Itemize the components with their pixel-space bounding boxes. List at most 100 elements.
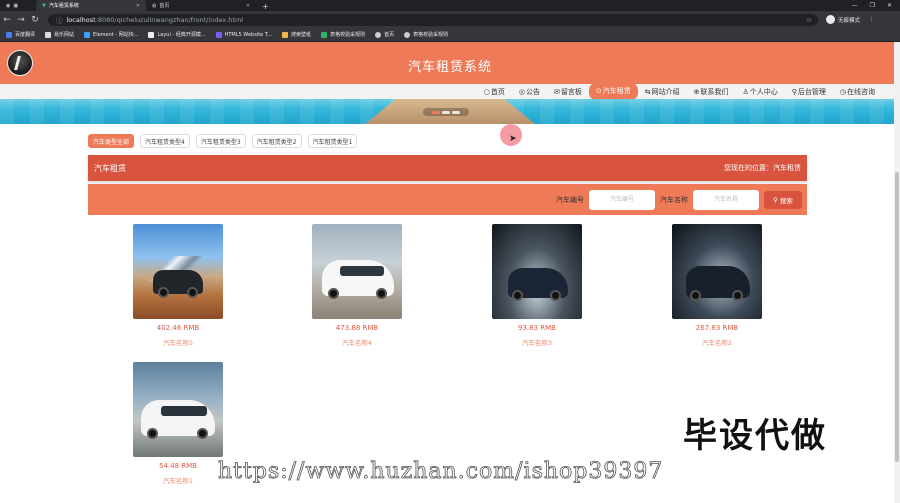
bookmark-item[interactable]: 表格校验采规则 — [321, 31, 365, 38]
incognito-icon — [826, 15, 835, 24]
wheel-shape — [158, 287, 169, 298]
nav-item-about[interactable]: ⇆ 网站介绍 — [638, 85, 687, 98]
category-tab-all[interactable]: 汽车类型全部 — [88, 134, 135, 148]
bookmark-icon — [321, 31, 328, 38]
bookmark-item[interactable]: 易乐网站 — [45, 31, 74, 38]
search-bar: 汽车编号 汽车名称 ⚲搜索 — [88, 184, 807, 215]
wheel-shape — [197, 428, 208, 439]
car-name[interactable]: 汽车名称3 — [492, 337, 582, 347]
bookmark-icon — [215, 31, 222, 38]
star-icon[interactable]: ☆ — [806, 16, 812, 24]
nav-item-car-rental[interactable]: ⊙ 汽车租赁 — [588, 82, 638, 100]
nav-item-home[interactable]: ○ 首页 — [477, 85, 512, 98]
carousel-dot[interactable] — [452, 110, 460, 114]
browser-tab-active[interactable]: ▼ 汽车租赁系统 ✕ — [36, 0, 146, 11]
window-controls: — ❐ ✕ — [852, 0, 900, 11]
site-title: 汽车租赁系统 — [407, 60, 492, 75]
bookmark-icon — [6, 31, 12, 38]
nav-item-admin[interactable]: ⚲ 后台管理 — [785, 85, 833, 98]
bookmark-icon — [375, 31, 382, 38]
watermark-url: https://www.huzhan.com/ishop39397 — [218, 459, 664, 485]
notice-icon: ◎ — [518, 87, 525, 96]
browser-tab-label: 汽车租赁系统 — [48, 3, 79, 9]
nav-item-contact[interactable]: ⊕ 联系我们 — [687, 85, 736, 98]
car-card[interactable]: 267.83 RMB 汽车名称2 — [672, 224, 762, 347]
car-name[interactable]: 汽车名称2 — [672, 337, 762, 347]
nav-item-messages[interactable]: ✉ 留言板 — [547, 85, 589, 98]
category-tab-4[interactable]: 汽车租赁类型4 — [140, 134, 190, 148]
bookmark-item[interactable]: 搜索壁纸 — [282, 31, 311, 38]
tab-nav-controls[interactable]: ◉ ▣ — [0, 0, 36, 11]
wheel-shape — [550, 290, 561, 301]
minimize-icon[interactable]: — — [852, 2, 858, 9]
car-card[interactable]: 93.83 RMB 汽车名称3 — [492, 224, 582, 347]
category-tabs: 汽车类型全部 汽车租赁类型4 汽车租赁类型3 汽车租赁类型2 汽车租赁类型1 — [88, 134, 358, 148]
search-button[interactable]: ⚲ 搜索 — [764, 190, 802, 209]
chat-icon: ◷ — [839, 87, 846, 96]
forward-icon[interactable]: → — [14, 15, 28, 25]
link-icon: ⚲ — [791, 87, 797, 96]
bookmark-item[interactable]: HTML5 Website T... — [215, 31, 272, 38]
car-name[interactable]: 汽车名称1 — [133, 475, 223, 485]
car-card[interactable]: 402.46 RMB 汽车名称5 — [133, 224, 223, 347]
wheel-shape — [732, 290, 743, 301]
carousel-dot[interactable] — [432, 110, 440, 114]
category-tab-2[interactable]: 汽车租赁类型2 — [251, 134, 302, 148]
wheel-shape — [376, 288, 387, 299]
bookmark-item[interactable]: 百度翻译 — [6, 31, 35, 38]
bookmark-item[interactable]: Element - 网站快... — [84, 31, 138, 38]
car-name[interactable]: 汽车名称5 — [133, 337, 223, 347]
user-icon: ♙ — [742, 87, 749, 96]
wheel-shape — [147, 428, 158, 439]
car-image[interactable] — [492, 224, 582, 319]
app-icon: ▣ — [13, 2, 19, 9]
car-name-label: 汽车名称 — [660, 195, 688, 204]
car-price: 93.83 RMB — [518, 324, 556, 332]
car-card[interactable]: 473.88 RMB 汽车名称4 — [312, 224, 402, 347]
wheel-shape — [187, 287, 198, 298]
nav-item-notice[interactable]: ◎ 公告 — [512, 85, 547, 98]
carousel-dot[interactable] — [442, 110, 450, 114]
scrollbar-thumb[interactable] — [895, 172, 899, 462]
car-image[interactable] — [133, 224, 223, 319]
bookmark-icon — [45, 31, 52, 38]
url-field[interactable]: ⓘ localhost:8080/qicheluzulinwangzhan/fr… — [48, 13, 818, 26]
cursor-icon: ➤ — [509, 134, 517, 144]
menu-icon[interactable]: ⋮ — [869, 17, 875, 23]
car-image[interactable] — [672, 224, 762, 319]
close-window-icon[interactable]: ✕ — [887, 2, 892, 9]
mail-icon: ✉ — [553, 87, 560, 96]
category-tab-1[interactable]: 汽车租赁类型1 — [307, 134, 358, 148]
back-icon[interactable]: ← — [0, 15, 14, 25]
bookmark-item[interactable]: 表格校验采规则 — [404, 31, 448, 38]
bookmark-icon — [148, 31, 155, 38]
bookmark-icon — [282, 31, 289, 38]
car-price: 267.83 RMB — [695, 324, 739, 332]
nav-item-profile[interactable]: ♙ 个人中心 — [735, 85, 784, 98]
new-tab-button[interactable]: + — [256, 2, 275, 11]
car-name[interactable]: 汽车名称4 — [312, 337, 402, 347]
car-number-input[interactable] — [589, 189, 655, 210]
bookmark-item[interactable]: Layui - 经典开源模... — [148, 31, 206, 38]
incognito-indicator[interactable]: 无痕模式 ⋮ — [826, 15, 875, 24]
car-name-input[interactable] — [693, 189, 759, 210]
url-host: localhost — [66, 15, 96, 24]
car-image[interactable] — [312, 224, 402, 319]
maximize-icon[interactable]: ❐ — [870, 2, 875, 9]
close-icon[interactable]: ✕ — [136, 3, 140, 9]
bookmark-item[interactable]: 首页 — [375, 31, 394, 38]
address-bar-row: ← → ↻ ⓘ localhost:8080/qicheluzulinwangz… — [0, 11, 900, 28]
browser-tab-bar: ◉ ▣ ▼ 汽车租赁系统 ✕ ◍ 首页 ✕ + — ❐ ✕ — [0, 0, 900, 11]
browser-tab-label: 首页 — [159, 3, 170, 9]
car-image[interactable] — [133, 362, 223, 457]
browser-tab-inactive[interactable]: ◍ 首页 ✕ — [146, 0, 256, 11]
category-tab-3[interactable]: 汽车租赁类型3 — [195, 134, 246, 148]
page-scrollbar[interactable] — [894, 42, 900, 503]
close-icon[interactable]: ✕ — [246, 3, 250, 9]
carousel-indicators — [423, 108, 469, 116]
reload-icon[interactable]: ↻ — [28, 15, 42, 25]
banner-carousel[interactable] — [0, 99, 900, 124]
bookmark-icon — [404, 31, 411, 38]
nav-item-chat[interactable]: ◷ 在线咨询 — [833, 85, 882, 98]
car-card[interactable]: 54.48 RMB 汽车名称1 — [133, 362, 223, 485]
